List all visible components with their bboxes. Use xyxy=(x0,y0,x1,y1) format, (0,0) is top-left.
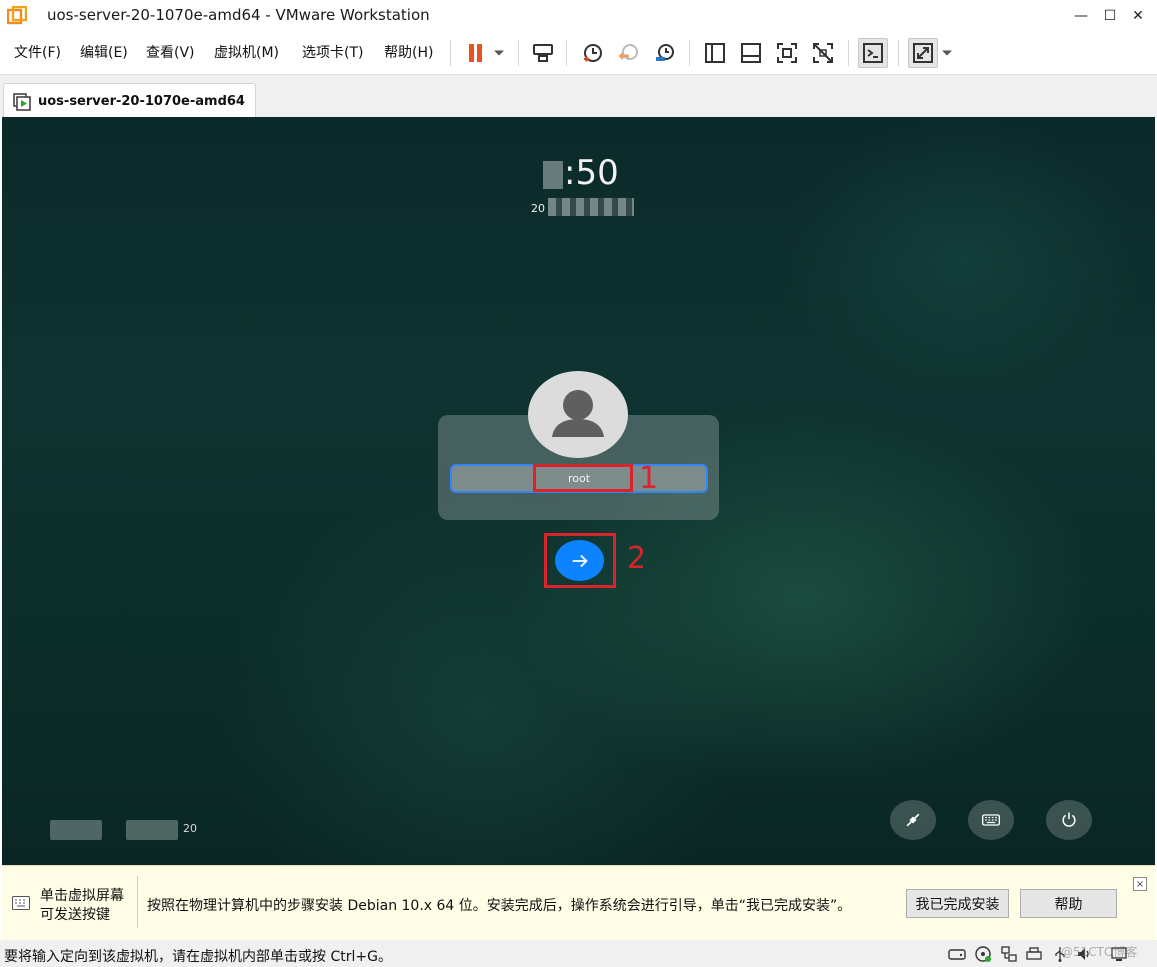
annotation-number-2: 2 xyxy=(627,541,647,576)
toolbar-separator xyxy=(689,40,690,66)
status-message: 要将输入定向到该虚拟机，请在虚拟机内部单击或按 Ctrl+G。 xyxy=(4,949,392,965)
console-icon[interactable] xyxy=(858,38,888,68)
keyboard-layout-blur xyxy=(50,820,102,840)
power-button[interactable] xyxy=(1046,800,1092,840)
stretch-dropdown-arrow-icon[interactable] xyxy=(937,38,957,68)
menu-tabs[interactable]: 选项卡(T) xyxy=(302,42,363,62)
vm-screen[interactable]: :50 20 root 1 2 20 xyxy=(2,117,1155,865)
cd-rom-icon[interactable] xyxy=(974,945,992,963)
vm-tab-icon xyxy=(13,93,31,111)
menu-vm[interactable]: 虚拟机(M) xyxy=(214,42,279,62)
menu-file[interactable]: 文件(F) xyxy=(14,42,61,62)
printer-icon[interactable] xyxy=(1025,945,1043,963)
install-message: 按照在物理计算机中的步骤安装 Debian 10.x 64 位。安装完成后，操作… xyxy=(147,898,852,914)
help-button[interactable]: 帮助 xyxy=(1020,889,1117,918)
install-notification-bar: 单击虚拟屏幕 可发送按键 按照在物理计算机中的步骤安装 Debian 10.x … xyxy=(2,865,1155,940)
toolbar-separator xyxy=(566,40,567,66)
watermark: @51CTO博客 xyxy=(1061,945,1138,959)
menu-help[interactable]: 帮助(H) xyxy=(384,42,433,62)
annotation-box-2 xyxy=(544,533,616,588)
annotation-box-1 xyxy=(533,464,633,492)
tab-vm[interactable]: uos-server-20-1070e-amd64 xyxy=(3,83,256,118)
network-plug-icon xyxy=(906,813,920,827)
user-avatar-icon xyxy=(528,371,628,458)
snapshot-revert-icon[interactable] xyxy=(614,38,644,68)
pause-dropdown-arrow-icon[interactable] xyxy=(489,38,509,68)
keyboard-icon xyxy=(982,814,1000,826)
toolbar-separator xyxy=(518,40,519,66)
vmware-logo-icon xyxy=(7,6,27,25)
date-blur-mosaic xyxy=(548,198,634,216)
keyboard-button[interactable] xyxy=(968,800,1014,840)
keyboard-icon xyxy=(12,896,30,910)
toolbar-separator xyxy=(848,40,849,66)
window-title: uos-server-20-1070e-amd64 - VMware Works… xyxy=(47,6,430,24)
network-plug-button[interactable] xyxy=(890,800,936,840)
network-icon[interactable] xyxy=(1000,945,1018,963)
send-ctrl-alt-del-icon[interactable] xyxy=(528,38,558,68)
menu-view[interactable]: 查看(V) xyxy=(146,42,195,62)
close-button[interactable]: ✕ xyxy=(1118,0,1157,32)
pause-icon[interactable] xyxy=(461,38,491,68)
snapshot-take-icon[interactable] xyxy=(578,38,608,68)
click-tip-line2: 可发送按键 xyxy=(40,907,110,923)
snapshot-manager-icon[interactable] xyxy=(650,38,680,68)
toolbar-separator xyxy=(450,40,451,66)
click-tip-line1: 单击虚拟屏幕 xyxy=(40,888,124,904)
session-blur xyxy=(126,820,178,840)
lock-screen-date: 20 xyxy=(531,202,545,215)
power-icon xyxy=(1062,812,1076,827)
view-library-icon[interactable] xyxy=(700,38,730,68)
session-number: 20 xyxy=(183,822,197,835)
view-thumbnail-icon[interactable] xyxy=(736,38,766,68)
lock-screen-clock: :50 xyxy=(564,153,619,193)
toolbar-separator xyxy=(898,40,899,66)
hard-disk-icon[interactable] xyxy=(948,945,966,963)
status-bar: 要将输入定向到该虚拟机，请在虚拟机内部单击或按 Ctrl+G。 @51CTO博客 xyxy=(0,940,1157,967)
tab-row: uos-server-20-1070e-amd64 xyxy=(0,74,1157,118)
view-fullscreen-icon[interactable] xyxy=(772,38,802,68)
tab-vm-label: uos-server-20-1070e-amd64 xyxy=(38,94,245,109)
title-bar: uos-server-20-1070e-amd64 - VMware Works… xyxy=(0,0,1157,32)
menu-toolbar-bar: 文件(F) 编辑(E) 查看(V) 虚拟机(M) 选项卡(T) 帮助(H) xyxy=(0,32,1157,74)
menu-edit[interactable]: 编辑(E) xyxy=(80,42,128,62)
notification-separator xyxy=(137,876,138,928)
notification-close-icon[interactable]: × xyxy=(1133,877,1147,891)
finished-install-button[interactable]: 我已完成安装 xyxy=(906,889,1009,918)
annotation-number-1: 1 xyxy=(639,461,659,496)
view-unity-icon[interactable] xyxy=(808,38,838,68)
stretch-icon[interactable] xyxy=(908,38,938,68)
clock-blur-mosaic xyxy=(543,161,563,189)
